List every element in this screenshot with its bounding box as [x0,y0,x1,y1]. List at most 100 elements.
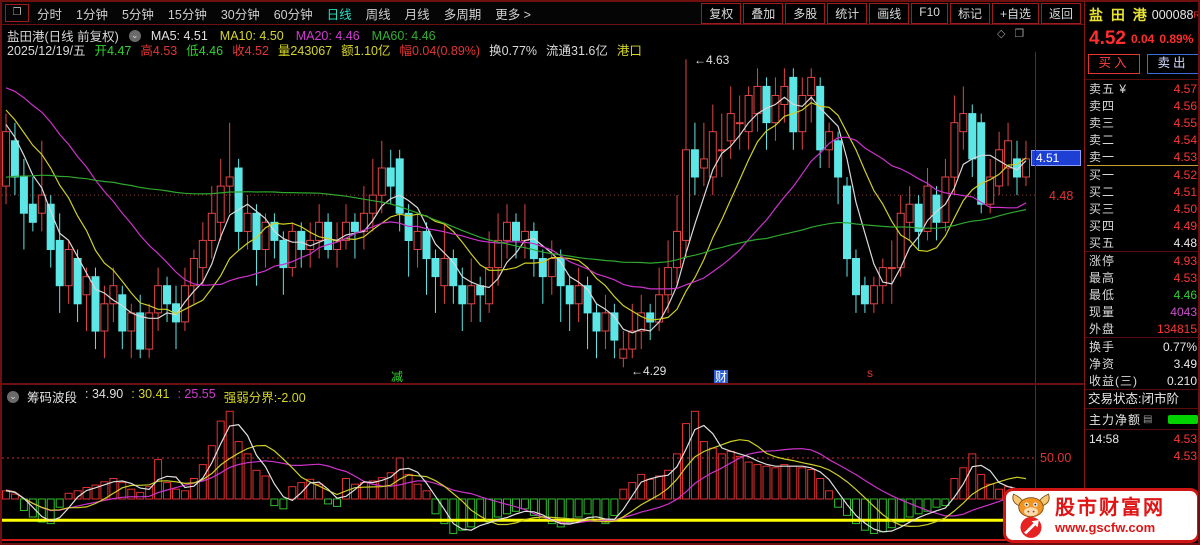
watermark-text: 股市财富网 www.gscfw.com [1055,496,1165,535]
list-icon[interactable]: ▤ [1143,414,1152,425]
toolbar-button-0[interactable]: 复权 [701,3,741,24]
chart-corner-icons: ◇❐ [997,27,1024,40]
price-change: 0.04 [1131,32,1154,46]
bid-label: 买一 [1089,166,1115,183]
low-annotation: ←4.29 [631,364,666,378]
toolbar-button-8[interactable]: 返回 [1041,3,1081,24]
stat-value: 4.53 [1174,271,1197,285]
chart-right-border [1035,52,1036,539]
bid-row-3[interactable]: 买三 4.50 [1085,200,1200,217]
quote-panel: 盐 田 港 000088 R 4.52 0.04 0.89% 买入 卖出 卖五 … [1085,2,1200,545]
indicator-collapse-icon[interactable]: ⌄ [7,391,19,403]
nav-item-10[interactable]: 更多 > [495,4,531,23]
period-toolbar: ❐ 分时 1分钟 5分钟 15分钟 30分钟 60分钟日线周线月线多周期更多 > 复权叠加… [2,2,1084,25]
buy-button[interactable]: 买入 [1088,54,1140,74]
watermark-site-name: 股市财富网 [1055,496,1165,520]
stock-code: 000088 [1152,8,1194,22]
period-nav: 分时 1分钟 5分钟 15分钟 30分钟 60分钟日线周线月线多周期更多 > [37,4,531,23]
nav-item-1[interactable]: 1分钟 [76,4,108,23]
tick-row-0: 14:584.53 [1085,430,1200,447]
nav-item-4[interactable]: 30分钟 [221,4,260,23]
toolbar-button-5[interactable]: F10 [911,3,948,24]
toolbar-button-2[interactable]: 多股 [785,3,825,24]
price-row: 4.52 0.04 0.89% [1085,26,1200,52]
stat-label: 最高 [1089,269,1115,286]
nav-item-9[interactable]: 多周期 [444,4,482,23]
toolbar-button-4[interactable]: 画线 [869,3,909,24]
stat-row-最低: 最低4.46 [1085,286,1200,303]
stock-title: 盐 田 港 000088 R [1085,2,1200,26]
stats-block-2: 换手0.77%净资3.49收益(三)0.210 [1085,338,1200,389]
bid-label: 买三 [1089,200,1115,217]
nav-item-3[interactable]: 15分钟 [168,4,207,23]
high-annotation: ←4.63 [694,53,729,67]
sell-button[interactable]: 卖出 [1147,54,1199,74]
nav-item-6[interactable]: 日线 [327,4,352,23]
ask-label: 卖二 [1089,131,1115,148]
stat-value: 134815 [1157,322,1197,336]
tick-price: 4.53 [1174,449,1197,463]
ask-price: 4.57 [1174,82,1197,96]
nav-item-0[interactable]: 分时 [37,4,62,23]
nav-item-5[interactable]: 60分钟 [274,4,313,23]
bid-row-1[interactable]: 买一4.52 [1085,166,1200,183]
bid-label: 买二 [1089,183,1115,200]
stat-row-最高: 最高 4.53 [1085,269,1200,286]
bid-row-4[interactable]: 买四4.49 [1085,217,1200,234]
ask-levels: 卖五 ¥ 4.57卖四4.56卖三 4.55 卖二 4.54 卖一 4.53 [1085,80,1200,165]
bid-row-5[interactable]: 买五4.48 [1085,234,1200,251]
main-candlestick-chart[interactable]: ←4.63 ←4.29 减财s [2,52,1035,383]
stat-label: 现量 [1089,303,1115,320]
trade-buttons: 买入 卖出 [1085,52,1200,80]
panel-separator [2,383,1084,385]
stats-block-1: 涨停4.93最高 4.53最低4.46现量4043外盘 134815 [1085,252,1200,338]
bid-label: 买四 [1089,217,1115,234]
ask-price: 4.54 [1174,133,1197,147]
layout-panes-icon[interactable]: ❐ [5,4,29,22]
stat-row-现量: 现量4043 [1085,303,1200,320]
stat-value: 4.93 [1174,254,1197,268]
ask-row-3[interactable]: 卖三 4.55 [1085,114,1200,131]
ask-price: 4.56 [1174,99,1197,113]
candlestick-canvas [2,52,1035,383]
stat-row-涨停: 涨停4.93 [1085,252,1200,269]
stat-label: 外盘 [1089,320,1115,337]
stat-label: 最低 [1089,286,1115,303]
bid-row-2[interactable]: 买二4.51 [1085,183,1200,200]
bid-levels: 买一4.52买二4.51买三 4.50买四4.49买五4.48 [1085,166,1200,252]
toolbar-button-3[interactable]: 统计 [827,3,867,24]
bid-price: 4.50 [1174,202,1197,216]
toolbar-button-6[interactable]: 标记 [950,3,990,24]
nav-item-2[interactable]: 5分钟 [122,4,154,23]
stat-value: 0.210 [1167,374,1197,388]
stat-row-净资: 净资3.49 [1085,355,1200,372]
last-price: 4.52 [1089,28,1126,50]
ask-row-1[interactable]: 卖一 4.53 [1085,148,1200,165]
ask-row-2[interactable]: 卖二 4.54 [1085,131,1200,148]
ref-price-label: 4.48 [1049,189,1073,203]
indicator-level-label: 50.00 [1040,451,1071,465]
ask-price: 4.53 [1174,150,1197,164]
ask-price: 4.55 [1174,116,1197,130]
toolbar-button-7[interactable]: +自选 [992,3,1039,24]
stock-name: 盐 田 港 [1089,5,1149,25]
last-price-tag: 4.51 [1031,150,1081,166]
ask-row-4[interactable]: 卖四4.56 [1085,97,1200,114]
ask-label: 卖五 ¥ [1089,80,1127,97]
watermark-url: www.gscfw.com [1055,520,1165,535]
ask-label: 卖一 [1089,148,1115,165]
sub-indicator-chart[interactable] [2,403,1035,539]
toolbar-button-1[interactable]: 叠加 [743,3,783,24]
nav-item-7[interactable]: 周线 [366,4,391,23]
panes-icon[interactable]: ❐ [1014,27,1024,40]
stat-label: 净资 [1089,355,1115,372]
ask-row-5[interactable]: 卖五 ¥ 4.57 [1085,80,1200,97]
watermark-badge: 股市财富网 www.gscfw.com [1003,488,1200,543]
ask-label: 卖三 [1089,114,1115,131]
diamond-icon[interactable]: ◇ [997,27,1005,40]
nav-item-8[interactable]: 月线 [405,4,430,23]
app-window: ❐ 分时 1分钟 5分钟 15分钟 30分钟 60分钟日线周线月线多周期更多 > 复权叠加… [0,0,1200,545]
stock-flag: R [1194,10,1200,20]
tick-list: 14:584.53 4.53 [1085,430,1200,464]
event-marker-2: s [866,366,874,380]
